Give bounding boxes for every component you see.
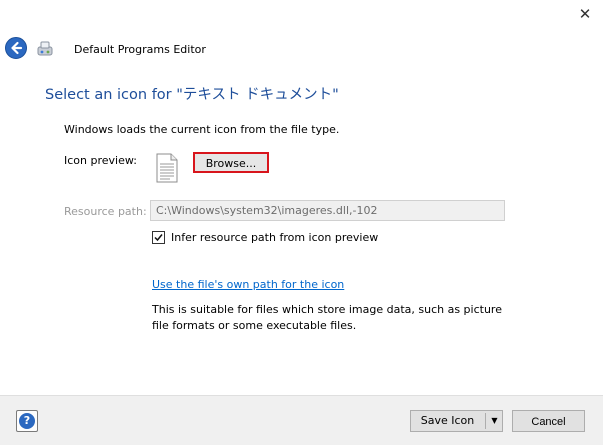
help-button[interactable]: ?: [16, 410, 38, 432]
text-document-icon: [155, 153, 179, 183]
close-button[interactable]: ✕: [575, 4, 595, 24]
page-heading: Select an icon for "テキスト ドキュメント": [45, 87, 339, 103]
chevron-down-icon[interactable]: ▼: [487, 411, 502, 431]
resource-path-label: Resource path:: [64, 205, 147, 218]
window-title: Default Programs Editor: [74, 43, 206, 56]
use-own-path-link[interactable]: Use the file's own path for the icon: [152, 278, 344, 291]
default-programs-icon: [35, 40, 55, 58]
split-button-divider: [485, 413, 486, 429]
resource-path-field[interactable]: C:\Windows\system32\imageres.dll,-102: [150, 200, 505, 221]
infer-resource-path-label[interactable]: Infer resource path from icon preview: [171, 231, 378, 244]
help-icon: ?: [19, 413, 35, 429]
browse-button[interactable]: Browse...: [193, 152, 269, 173]
cancel-button[interactable]: Cancel: [512, 410, 585, 432]
save-icon-label[interactable]: Save Icon: [411, 411, 484, 431]
back-button[interactable]: [5, 37, 27, 59]
back-arrow-icon: [11, 41, 23, 55]
info-text: This is suitable for files which store i…: [152, 303, 502, 332]
description-text: Windows loads the current icon from the …: [64, 123, 340, 136]
save-icon-button[interactable]: Save Icon ▼: [410, 410, 503, 432]
icon-preview-label: Icon preview:: [64, 154, 137, 167]
close-icon: ✕: [578, 5, 592, 23]
checkmark-icon: [154, 234, 163, 242]
infer-resource-path-checkbox[interactable]: [152, 231, 165, 244]
